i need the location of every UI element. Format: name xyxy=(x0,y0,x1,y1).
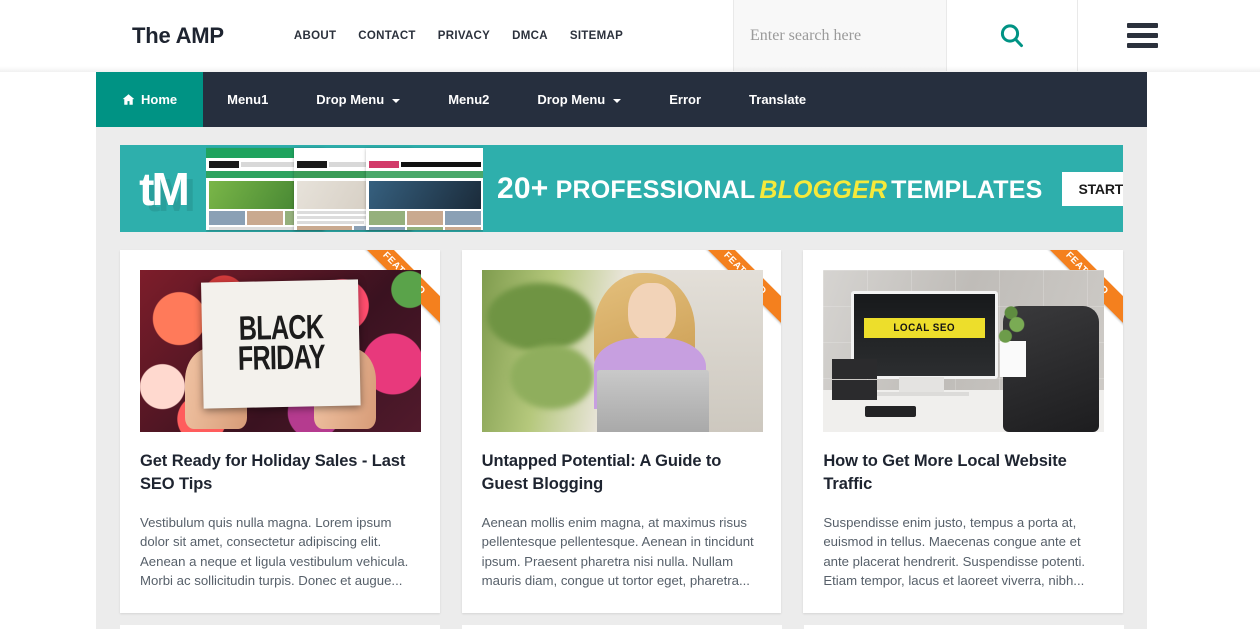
nav-item-home-label: Home xyxy=(141,92,178,107)
top-links-nav: ABOUT CONTACT PRIVACY DMCA SITEMAP xyxy=(294,30,623,42)
nav-item-home[interactable]: Home xyxy=(96,72,204,127)
hamburger-menu-icon-bar-1 xyxy=(1126,23,1158,28)
top-link-contact[interactable]: CONTACT xyxy=(358,30,415,42)
top-link-privacy[interactable]: PRIVACY xyxy=(438,30,490,42)
main-navigation: Home Menu1 Drop Menu Menu2 Drop Menu Err… xyxy=(96,72,1147,127)
post-title[interactable]: Untapped Potential: A Guide to Guest Blo… xyxy=(482,450,762,497)
nav-item-drop-menu-2-label: Drop Menu xyxy=(537,92,606,107)
next-row-peek xyxy=(96,625,1147,629)
post-image-local-seo: LOCAL SEO xyxy=(823,270,1105,432)
top-link-about[interactable]: ABOUT xyxy=(294,30,336,42)
post-excerpt: Aenean mollis enim magna, at maximus ris… xyxy=(481,514,754,589)
nav-item-error-label: Error xyxy=(669,92,702,107)
post-title[interactable]: How to Get More Local Website Traffic xyxy=(823,450,1103,497)
chevron-down-icon xyxy=(613,98,622,103)
local-seo-banner: LOCAL SEO xyxy=(864,318,985,339)
search-icon xyxy=(1000,23,1023,47)
featured-posts-grid: FEATURED BLACK FRIDAY Get Ready for Holi… xyxy=(120,250,1124,613)
post-card[interactable]: FEATURED Untapped Potential: A Guide to … xyxy=(461,250,782,613)
header-search-group xyxy=(733,0,1260,71)
nav-item-drop-menu-1-label: Drop Menu xyxy=(316,92,385,107)
nav-item-translate[interactable]: Translate xyxy=(725,72,830,127)
nav-item-error[interactable]: Error xyxy=(645,72,725,127)
banner-text-group: 20+ PROFESSIONAL BLOGGER TEMPLATES xyxy=(483,172,1042,206)
storage-box-1 xyxy=(831,359,877,379)
home-icon xyxy=(122,94,135,105)
hamburger-menu-icon-bar-3 xyxy=(1126,43,1158,48)
banner-template-previews xyxy=(206,145,483,232)
foliage-blur-2 xyxy=(509,344,595,410)
start-now-button[interactable]: START NOW xyxy=(1062,171,1123,206)
black-friday-sign: BLACK FRIDAY xyxy=(200,279,361,410)
nav-item-menu2[interactable]: Menu2 xyxy=(424,72,513,127)
plant xyxy=(993,305,1033,377)
site-logo[interactable]: The AMP xyxy=(132,23,224,49)
post-card[interactable]: FEATURED LOCAL SEO xyxy=(803,250,1124,613)
promo-banner[interactable]: tM 20+ PROFESSIONAL BLOGGER TEMPLATES ST… xyxy=(120,145,1123,232)
top-link-sitemap[interactable]: SITEMAP xyxy=(570,30,623,42)
face xyxy=(627,282,676,342)
post-image-text-line2: FRIDAY xyxy=(236,338,325,379)
banner-logo-text: tM xyxy=(139,162,190,215)
nav-item-menu1-label: Menu1 xyxy=(227,92,269,107)
nav-item-translate-label: Translate xyxy=(749,92,807,107)
search-field-wrapper xyxy=(733,0,947,71)
chevron-down-icon xyxy=(392,98,401,103)
content-area: tM 20+ PROFESSIONAL BLOGGER TEMPLATES ST… xyxy=(96,127,1147,629)
header-left-group: The AMP ABOUT CONTACT PRIVACY DMCA SITEM… xyxy=(0,0,623,71)
template-preview-3 xyxy=(366,148,483,230)
search-input[interactable] xyxy=(750,26,940,45)
post-thumbnail[interactable] xyxy=(481,270,763,432)
post-excerpt: Vestibulum quis nulla magna. Lorem ipsum… xyxy=(140,514,409,589)
banner-logo: tM xyxy=(120,145,206,232)
banner-text-before: PROFESSIONAL xyxy=(555,175,756,204)
foliage-blur-1 xyxy=(487,282,595,351)
nav-item-menu2-label: Menu2 xyxy=(448,92,490,107)
banner-highlight: BLOGGER xyxy=(759,175,888,204)
banner-text-after: TEMPLATES xyxy=(891,175,1043,204)
hamburger-menu-button[interactable] xyxy=(1078,0,1206,71)
page-root: The AMP ABOUT CONTACT PRIVACY DMCA SITEM… xyxy=(0,0,1260,629)
post-image-text: LOCAL SEO xyxy=(893,322,956,335)
nav-item-menu1[interactable]: Menu1 xyxy=(203,72,292,127)
nav-item-drop-menu-1[interactable]: Drop Menu xyxy=(292,72,424,127)
monitor-base xyxy=(873,391,970,397)
post-excerpt: Suspendisse enim justo, tempus a porta a… xyxy=(823,514,1086,589)
search-button[interactable] xyxy=(947,0,1078,71)
post-title[interactable]: Get Ready for Holiday Sales - Last SEO T… xyxy=(140,450,420,497)
top-link-dmca[interactable]: DMCA xyxy=(512,30,548,42)
post-thumbnail[interactable]: LOCAL SEO xyxy=(823,270,1105,432)
laptop xyxy=(596,370,710,432)
hamburger-menu-icon-bar-2 xyxy=(1126,33,1158,38)
notebook xyxy=(865,406,917,418)
post-thumbnail[interactable]: BLACK FRIDAY xyxy=(140,270,421,432)
banner-count: 20+ xyxy=(497,171,549,205)
storage-box-2 xyxy=(831,380,877,400)
post-image-guest-blogging xyxy=(481,270,763,432)
nav-item-drop-menu-2[interactable]: Drop Menu xyxy=(513,72,645,127)
banner-headline: 20+ PROFESSIONAL BLOGGER TEMPLATES xyxy=(497,172,1042,206)
post-image-black-friday: BLACK FRIDAY xyxy=(140,270,421,432)
post-card[interactable]: FEATURED BLACK FRIDAY Get Ready for Holi… xyxy=(120,250,440,613)
